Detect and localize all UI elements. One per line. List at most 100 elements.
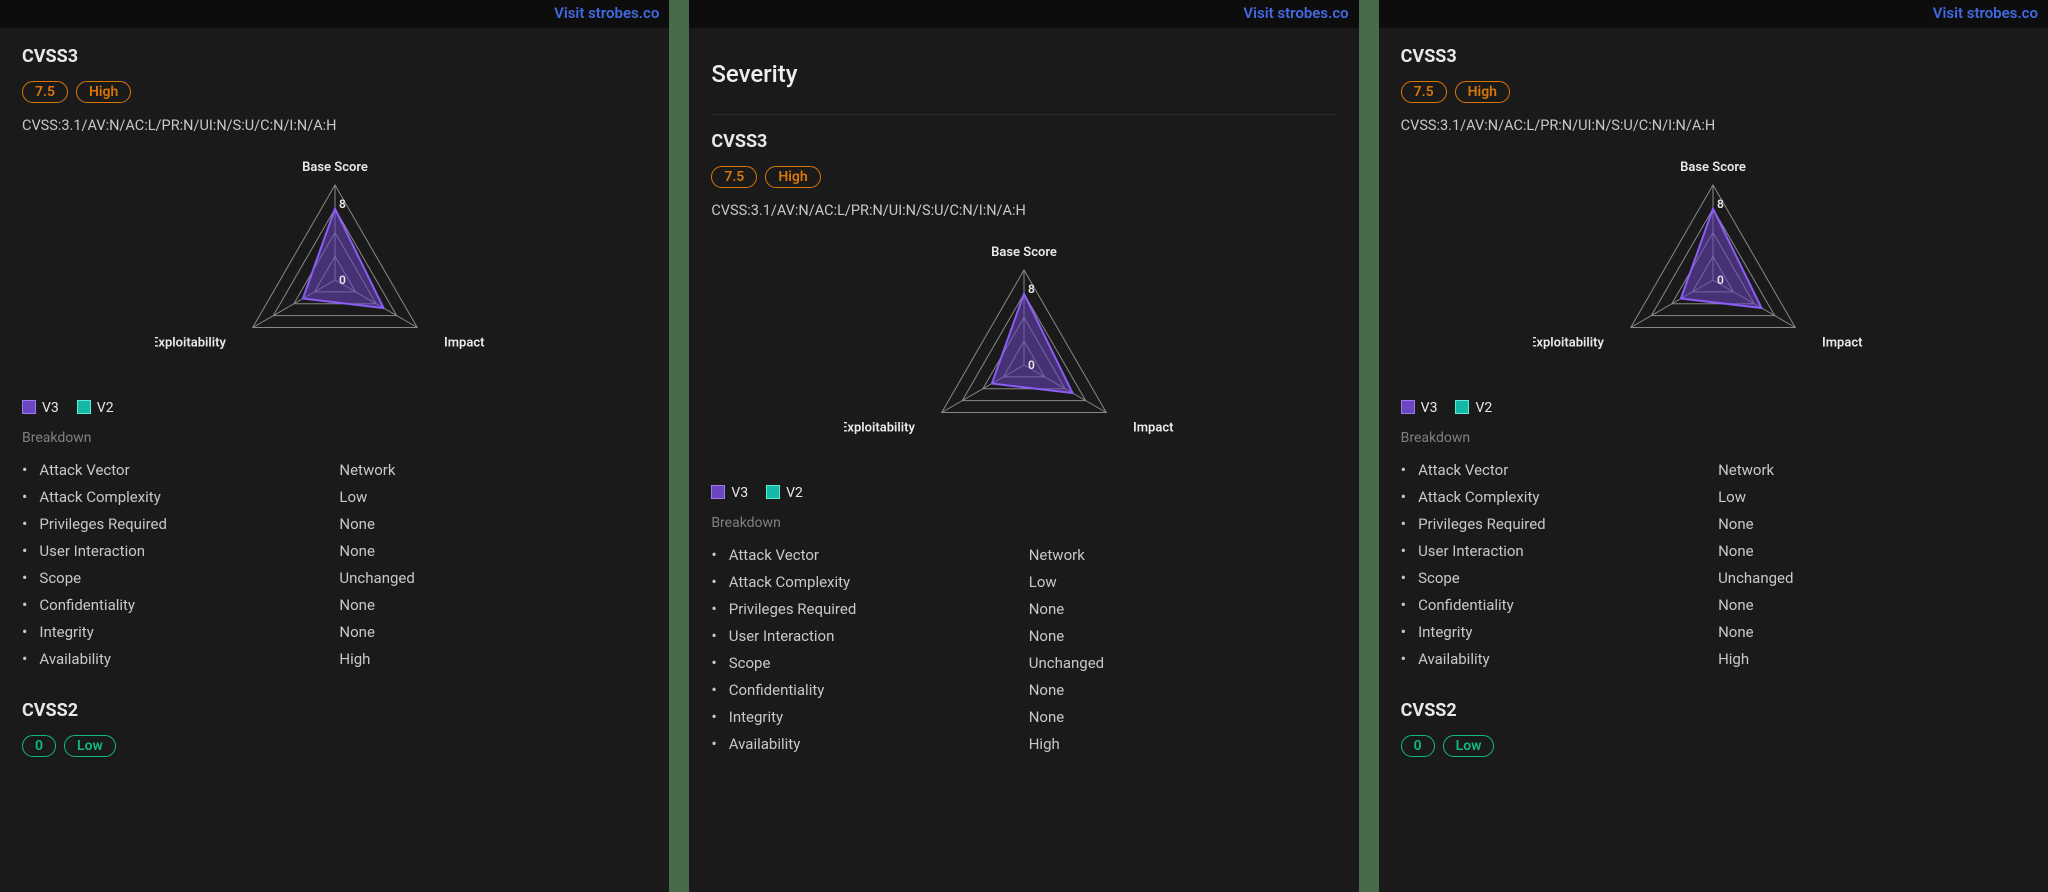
cvss3-score-pill: 7.5 [1401, 81, 1447, 103]
breakdown-key: Attack Vector [1418, 461, 1718, 479]
cvss3-title: CVSS3 [22, 46, 647, 67]
cvss2-severity-pill: Low [64, 735, 116, 757]
severity-panel: Visit strobes.co CVSS3 7.5 High CVSS:3.1… [0, 0, 669, 892]
radar-chart-wrap: 08Base ScoreImpactExploitability [1401, 142, 2026, 382]
cvss3-severity-pill: High [765, 166, 820, 188]
visit-link[interactable]: Visit strobes.co [1243, 4, 1348, 22]
svg-text:Exploitability: Exploitability [155, 335, 227, 350]
breakdown-row: Attack ComplexityLow [1401, 483, 2026, 510]
breakdown-value: None [339, 515, 375, 533]
topbar: Visit strobes.co [0, 0, 669, 28]
breakdown-value: None [1718, 515, 1754, 533]
svg-text:8: 8 [339, 197, 346, 211]
breakdown-value: None [1718, 542, 1754, 560]
legend-v3: V3 [711, 485, 748, 501]
breakdown-row: Privileges RequiredNone [22, 510, 647, 537]
breakdown-value: None [1029, 708, 1065, 726]
radar-chart-wrap: 08Base ScoreImpactExploitability [22, 142, 647, 382]
swatch-v3-icon [22, 400, 36, 414]
breakdown-value: Unchanged [1029, 654, 1104, 672]
breakdown-value: None [1718, 623, 1754, 641]
breakdown-row: Attack ComplexityLow [711, 568, 1336, 595]
breakdown-row: ConfidentialityNone [22, 591, 647, 618]
svg-text:Base Score: Base Score [991, 245, 1057, 260]
legend-v3: V3 [22, 400, 59, 416]
breakdown-key: Availability [39, 650, 339, 668]
breakdown-key: Attack Complexity [39, 488, 339, 506]
breakdown-row: IntegrityNone [711, 703, 1336, 730]
breakdown-row: Privileges RequiredNone [711, 595, 1336, 622]
breakdown-key: User Interaction [39, 542, 339, 560]
breakdown-row: ScopeUnchanged [22, 564, 647, 591]
svg-text:Impact: Impact [1822, 335, 1863, 350]
breakdown-row: Attack ComplexityLow [22, 483, 647, 510]
breakdown-key: Confidentiality [1418, 596, 1718, 614]
cvss3-title: CVSS3 [711, 131, 1336, 152]
legend-v2: V2 [766, 485, 803, 501]
svg-text:Impact: Impact [444, 335, 485, 350]
swatch-v2-icon [77, 400, 91, 414]
breakdown-value: High [1718, 650, 1749, 668]
svg-text:0: 0 [339, 273, 346, 287]
breakdown-row: User InteractionNone [22, 537, 647, 564]
visit-link[interactable]: Visit strobes.co [1933, 4, 2038, 22]
breakdown-value: Network [1718, 461, 1774, 479]
visit-link[interactable]: Visit strobes.co [554, 4, 659, 22]
breakdown-row: AvailabilityHigh [22, 645, 647, 672]
legend: V3 V2 [711, 485, 1336, 501]
breakdown-title: Breakdown [1401, 430, 2026, 446]
legend-v2: V2 [77, 400, 114, 416]
cvss3-pills: 7.5 High [711, 166, 1336, 188]
breakdown-value: Network [339, 461, 395, 479]
breakdown-key: Privileges Required [1418, 515, 1718, 533]
breakdown-row: Attack VectorNetwork [22, 456, 647, 483]
breakdown-key: Attack Vector [39, 461, 339, 479]
breakdown-value: None [339, 542, 375, 560]
panel-content: Severity CVSS3 7.5 High CVSS:3.1/AV:N/AC… [689, 28, 1358, 892]
svg-text:Exploitability: Exploitability [1533, 335, 1605, 350]
legend-v3: V3 [1401, 400, 1438, 416]
breakdown-row: ConfidentialityNone [711, 676, 1336, 703]
breakdown-row: IntegrityNone [1401, 618, 2026, 645]
breakdown-key: User Interaction [1418, 542, 1718, 560]
svg-text:Impact: Impact [1133, 420, 1174, 435]
breakdown-value: None [1029, 600, 1065, 618]
swatch-v2-icon [766, 485, 780, 499]
breakdown-row: AvailabilityHigh [1401, 645, 2026, 672]
breakdown-value: High [1029, 735, 1060, 753]
cvss2-severity-pill: Low [1443, 735, 1495, 757]
svg-text:8: 8 [1028, 282, 1035, 296]
breakdown-value: Low [1029, 573, 1057, 591]
breakdown-value: None [1029, 681, 1065, 699]
cvss2-pills: 0 Low [1401, 735, 2026, 757]
breakdown-row: User InteractionNone [1401, 537, 2026, 564]
breakdown-list: Attack VectorNetworkAttack ComplexityLow… [22, 456, 647, 672]
swatch-v2-icon [1455, 400, 1469, 414]
severity-panel: Visit strobes.co Severity CVSS3 7.5 High… [689, 0, 1358, 892]
breakdown-key: Confidentiality [729, 681, 1029, 699]
swatch-v3-icon [1401, 400, 1415, 414]
panel-content: CVSS3 7.5 High CVSS:3.1/AV:N/AC:L/PR:N/U… [0, 28, 669, 892]
severity-panel: Visit strobes.co CVSS3 7.5 High CVSS:3.1… [1379, 0, 2048, 892]
radar-chart: 08Base ScoreImpactExploitability [1533, 142, 1893, 382]
divider [711, 114, 1336, 115]
cvss3-pills: 7.5 High [1401, 81, 2026, 103]
cvss3-pills: 7.5 High [22, 81, 647, 103]
breakdown-row: Attack VectorNetwork [711, 541, 1336, 568]
breakdown-value: Network [1029, 546, 1085, 564]
cvss3-vector: CVSS:3.1/AV:N/AC:L/PR:N/UI:N/S:U/C:N/I:N… [1401, 117, 2026, 134]
breakdown-key: User Interaction [729, 627, 1029, 645]
breakdown-key: Scope [39, 569, 339, 587]
cvss2-title: CVSS2 [1401, 700, 2026, 721]
severity-heading: Severity [711, 60, 1336, 88]
cvss2-pills: 0 Low [22, 735, 647, 757]
breakdown-row: IntegrityNone [22, 618, 647, 645]
radar-chart: 08Base ScoreImpactExploitability [844, 227, 1204, 467]
breakdown-key: Scope [1418, 569, 1718, 587]
breakdown-value: None [1718, 596, 1754, 614]
svg-text:0: 0 [1717, 273, 1724, 287]
breakdown-key: Availability [729, 735, 1029, 753]
breakdown-value: Low [339, 488, 367, 506]
cvss2-title: CVSS2 [22, 700, 647, 721]
breakdown-key: Availability [1418, 650, 1718, 668]
